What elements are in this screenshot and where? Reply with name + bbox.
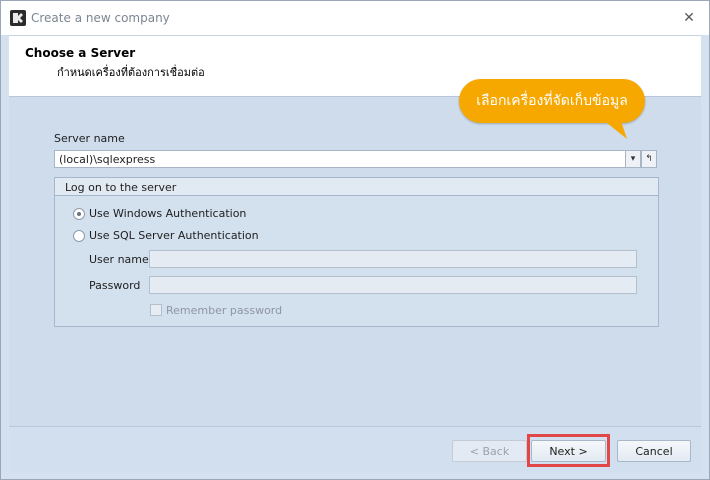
window-title: Create a new company <box>31 11 170 25</box>
back-button[interactable]: < Back <box>452 440 527 462</box>
remember-password-checkbox[interactable] <box>150 304 162 316</box>
username-field[interactable] <box>149 250 637 268</box>
app-icon <box>10 10 26 26</box>
logon-group-header: Log on to the server <box>55 178 658 196</box>
page-title: Choose a Server <box>25 46 136 60</box>
callout-tail <box>597 115 627 139</box>
page-subtitle: กำหนดเครื่องที่ต้องการเชื่อมต่อ <box>57 66 205 79</box>
title-bar: Create a new company ✕ <box>1 1 709 35</box>
dropdown-arrow-icon[interactable]: ▾ <box>625 150 641 168</box>
password-field[interactable] <box>149 276 637 294</box>
windows-auth-radio[interactable] <box>73 208 85 220</box>
password-label: Password <box>89 279 141 292</box>
username-label: User name <box>89 253 149 266</box>
next-highlight-box <box>527 434 610 467</box>
close-icon[interactable]: ✕ <box>681 10 697 26</box>
logon-groupbox: Log on to the server Use Windows Authent… <box>54 177 659 327</box>
windows-auth-label[interactable]: Use Windows Authentication <box>89 207 246 220</box>
sql-auth-label[interactable]: Use SQL Server Authentication <box>89 229 259 242</box>
server-name-input[interactable]: (local)\sqlexpress <box>54 150 626 168</box>
dialog-window: Create a new company ✕ Choose a Server ก… <box>0 0 710 480</box>
cancel-button[interactable]: Cancel <box>617 440 691 462</box>
radio-selected-dot <box>77 212 81 216</box>
server-name-label: Server name <box>54 132 125 145</box>
reset-icon[interactable]: ↰ <box>641 150 657 168</box>
remember-password-label[interactable]: Remember password <box>166 304 282 317</box>
logon-group-title: Log on to the server <box>65 181 177 194</box>
sql-auth-radio[interactable] <box>73 230 85 242</box>
